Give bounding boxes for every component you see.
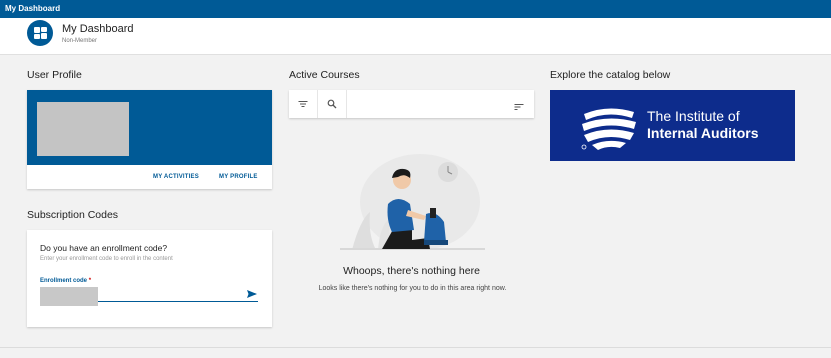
my-activities-link[interactable]: MY ACTIVITIES xyxy=(153,174,199,180)
required-mark: * xyxy=(88,278,92,284)
enrollment-input-underline xyxy=(98,301,258,302)
avatar xyxy=(37,102,129,156)
enrollment-label-text: Enrollment code xyxy=(40,278,88,284)
courses-toolbar xyxy=(289,90,534,118)
iia-globe-icon xyxy=(581,108,636,150)
user-profile-heading: User Profile xyxy=(27,69,82,81)
filter-icon xyxy=(298,101,308,107)
empty-state-illustration xyxy=(340,154,485,250)
user-profile-card: MY ACTIVITIES MY PROFILE xyxy=(27,90,272,189)
subscription-codes-heading: Subscription Codes xyxy=(27,209,119,221)
empty-state-text: Looks like there's nothing for you to do… xyxy=(318,285,507,292)
catalog-heading: Explore the catalog below xyxy=(550,69,671,81)
active-courses-heading: Active Courses xyxy=(289,69,360,81)
iia-name-line1: The Institute of xyxy=(647,108,740,124)
dashboard-icon xyxy=(27,20,53,46)
empty-state-title: Whoops, there's nothing here xyxy=(343,265,480,277)
page-header: My Dashboard Non-Member xyxy=(0,18,831,55)
enrollment-field-label: Enrollment code * xyxy=(40,278,91,284)
page-title: My Dashboard xyxy=(62,23,134,35)
filter-button[interactable] xyxy=(289,90,318,118)
window-title: My Dashboard xyxy=(5,4,61,13)
iia-name-line2: Internal Auditors xyxy=(647,125,759,141)
window-titlebar: My Dashboard xyxy=(0,0,831,18)
profile-banner xyxy=(27,90,272,165)
my-profile-link[interactable]: MY PROFILE xyxy=(219,174,258,180)
sort-button[interactable] xyxy=(514,99,524,117)
iia-catalog-banner[interactable]: The Institute of Internal Auditors xyxy=(550,90,795,161)
enrollment-code-input[interactable] xyxy=(40,287,98,306)
search-button[interactable] xyxy=(318,90,347,118)
page-bottom-divider xyxy=(0,347,831,348)
enrollment-question: Do you have an enrollment code? xyxy=(40,243,168,253)
subscription-card: Do you have an enrollment code? Enter yo… xyxy=(27,230,272,327)
sort-icon xyxy=(514,104,524,110)
enrollment-hint: Enter your enrollment code to enroll in … xyxy=(40,256,173,262)
send-icon[interactable] xyxy=(246,288,258,300)
search-icon xyxy=(327,99,337,109)
membership-status: Non-Member xyxy=(62,38,98,44)
